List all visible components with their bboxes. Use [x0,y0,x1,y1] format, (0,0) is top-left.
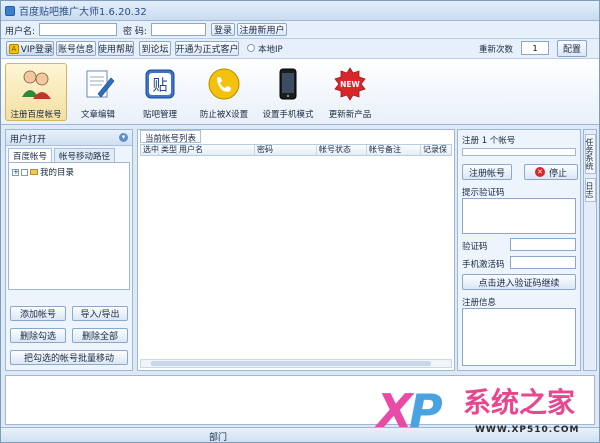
new-badge-icon: NEW [331,65,369,103]
captcha-image-box [462,198,576,234]
left-panel-header: 用户打开 ▾ [6,130,132,146]
captcha-input[interactable] [510,238,576,251]
window-title: 百度贴吧推广大师1.6.20.32 [19,7,147,18]
password-input[interactable] [151,23,206,36]
progress-bar [462,148,576,156]
column-header[interactable]: 类型 [159,145,177,155]
stop-label: 停止 [548,168,567,179]
column-header[interactable]: 帐号备注 [367,145,421,155]
watermark: X P 系统之家 WWW.XP510.COM [371,375,599,441]
local-ip-radio-icon[interactable] [247,44,255,52]
app-window: 百度贴吧推广大师1.6.20.32 用户名: 密 码: 登录 注册新用户 A V… [0,0,600,443]
tab-task-system[interactable]: 任务系统 [585,134,596,174]
column-header[interactable]: 选中 [141,145,159,155]
password-label: 密 码: [123,27,147,37]
register-info-box [462,308,576,366]
toolbar: A VIP登录 账号信息 使用帮助 到论坛 开通为正式客户 本地IP 重新次数 … [1,39,599,59]
add-account-button[interactable]: 添加帐号 [10,306,66,321]
upgrade-button[interactable]: 开通为正式客户 [175,41,239,56]
app-icon [5,5,15,16]
captcha-label: 验证码 [462,242,488,252]
column-header[interactable]: 帐号状态 [317,145,367,155]
phone-handset-icon [205,65,243,103]
local-ip-label: 本地IP [258,45,283,55]
login-button[interactable]: 登录 [211,23,235,36]
watermark-brand: 系统之家 [463,386,576,419]
tab-current-accounts[interactable]: 当前帐号列表 [140,130,202,144]
ribbon-article-edit[interactable]: 文章编辑 [67,63,129,121]
batch-move-button[interactable]: 把勾选的帐号批量移动 [10,350,128,365]
ribbon-register-account[interactable]: 注册百度帐号 [5,63,67,121]
left-panel-title: 用户打开 [10,135,47,145]
register-info-label: 注册信息 [462,298,497,308]
username-label: 用户名: [5,27,36,37]
watermark-url: WWW.XP510.COM [475,425,580,435]
status-text: 部门 [209,433,228,443]
title-bar: 百度贴吧推广大师1.6.20.32 [1,1,599,21]
ribbon-label: 防止被X设置 [199,110,249,120]
ribbon-label: 更新新产品 [328,110,372,120]
column-header[interactable]: 密码 [255,145,317,155]
username-input[interactable] [39,23,117,36]
horizontal-scrollbar[interactable] [140,359,452,368]
column-header[interactable]: 记录保 [421,145,451,155]
mobile-code-label: 手机激活码 [462,260,505,270]
config-button[interactable]: 配置 [557,40,587,57]
tree-checkbox[interactable] [21,168,28,176]
mobile-phone-icon [269,65,307,103]
svg-text:P: P [409,384,443,438]
folder-icon [30,169,38,175]
tree-item[interactable]: + 我的目录 [12,166,74,178]
mobile-code-input[interactable] [510,256,576,269]
forum-button[interactable]: 到论坛 [139,41,171,56]
ribbon-mobile-mode[interactable]: 设置手机模式 [257,63,319,121]
scroll-thumb[interactable] [151,361,431,366]
ribbon-label: 注册百度帐号 [10,110,62,120]
captcha-prompt-label: 提示验证码 [462,188,505,198]
stop-icon: ✕ [534,167,545,177]
post-icon: 贴 [141,65,179,103]
right-panel: 注册 1 个帐号 注册帐号 ✕ 停止 提示验证码 验证码 手机激活码 点击进入验… [457,129,581,371]
center-panel: 当前帐号列表 选中 类型 用户名 密码 帐号状态 帐号备注 记录保 [137,129,455,371]
ribbon-label: 贴吧管理 [142,110,177,120]
ribbon-label: 设置手机模式 [262,110,314,120]
tab-baidu-accounts[interactable]: 百度帐号 [8,148,53,162]
ribbon: 注册百度帐号 文章编辑 贴 贴吧管理 防止被X设置 设置手机模式 NEW 更新新… [1,59,599,125]
table-header: 选中 类型 用户名 密码 帐号状态 帐号备注 记录保 [140,144,452,156]
svg-text:NEW: NEW [340,80,360,89]
column-header[interactable]: 用户名 [177,145,255,155]
svg-text:贴: 贴 [152,76,167,94]
delete-all-button[interactable]: 删除全部 [72,328,128,343]
expand-icon[interactable]: + [12,168,19,176]
register-account-button[interactable]: 注册帐号 [462,164,512,180]
register-user-button[interactable]: 注册新用户 [237,23,287,36]
vip-icon: A [9,43,19,54]
ribbon-post-manage[interactable]: 贴 贴吧管理 [129,63,191,121]
collapse-icon[interactable]: ▾ [119,133,128,142]
ribbon-label: 文章编辑 [80,110,115,120]
vip-login-button[interactable]: A VIP登录 [6,41,54,56]
login-bar: 用户名: 密 码: 登录 注册新用户 [1,21,599,39]
stop-button[interactable]: ✕ 停止 [524,164,578,180]
help-button[interactable]: 使用帮助 [98,41,134,56]
register-status: 注册 1 个帐号 [462,136,516,146]
left-panel: 用户打开 ▾ 百度帐号 帐号移动路径 + 我的目录 添加帐号 导入/导出 删除勾… [5,129,133,371]
ribbon-anti-block[interactable]: 防止被X设置 [193,63,255,121]
enter-captcha-button[interactable]: 点击进入验证码继续 [462,274,576,290]
retry-count-input[interactable] [521,41,549,55]
person-icon [17,66,55,103]
document-edit-icon [79,65,117,103]
ribbon-new-product[interactable]: NEW 更新新产品 [319,63,381,121]
account-tree: + 我的目录 [8,162,130,290]
delete-selected-button[interactable]: 删除勾选 [10,328,66,343]
vip-login-label: VIP登录 [20,45,53,55]
retry-count-label: 重新次数 [479,45,514,55]
left-tabs: 百度帐号 帐号移动路径 [8,148,116,162]
tab-log[interactable]: 日志 [585,178,596,202]
side-tabs: 任务系统 日志 [583,129,597,371]
account-info-button[interactable]: 账号信息 [56,41,96,56]
tree-item-label: 我的目录 [40,168,75,178]
tab-account-move-path[interactable]: 帐号移动路径 [54,148,116,162]
import-export-button[interactable]: 导入/导出 [72,306,128,321]
